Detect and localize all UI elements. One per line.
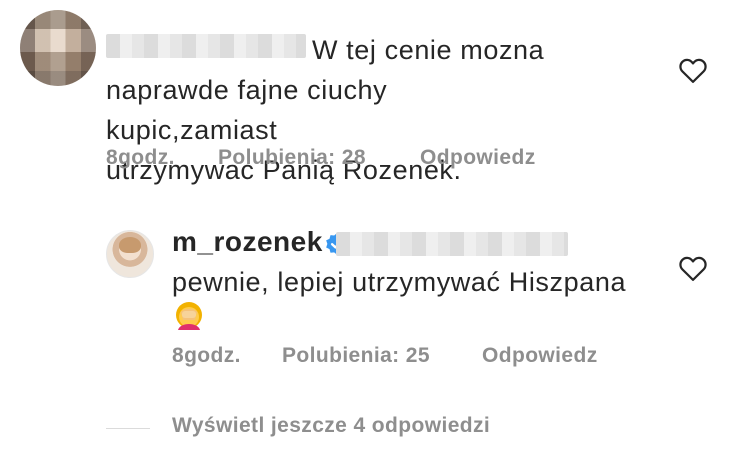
like-heart-icon[interactable] — [678, 56, 708, 84]
comment-line-1: W tej cenie mozna — [312, 35, 545, 65]
blurred-mention[interactable] — [336, 232, 568, 256]
reply-likes[interactable]: Polubienia: 25 — [282, 344, 430, 368]
reply-time: 8godz. — [172, 344, 241, 367]
comment-reply-button[interactable]: Odpowiedz — [420, 146, 536, 170]
commenter-avatar[interactable] — [20, 10, 96, 86]
replies-divider — [106, 428, 150, 429]
comment-likes[interactable]: Polubienia: 28 — [218, 146, 366, 170]
reply-reply-button[interactable]: Odpowiedz — [482, 344, 598, 368]
comment-time: 8godz. — [106, 146, 175, 169]
view-more-replies-button[interactable]: Wyświetl jeszcze 4 odpowiedzi — [172, 414, 490, 438]
reply-username[interactable]: m_rozenek — [172, 226, 323, 258]
reply-text: pewnie, lepiej utrzymywać Hiszpana — [172, 267, 627, 297]
rozenek-avatar[interactable] — [106, 230, 154, 278]
comment-line-2: naprawde fajne ciuchy kupic,zamiast — [106, 75, 388, 145]
woman-facepalming-emoji-icon — [176, 302, 202, 330]
reply-like-heart-icon[interactable] — [678, 254, 708, 282]
